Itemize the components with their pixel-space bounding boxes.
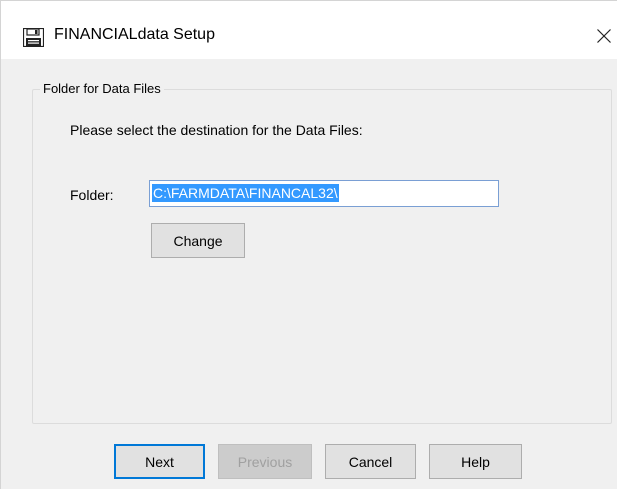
previous-button[interactable]: Previous — [218, 444, 312, 479]
folder-input[interactable]: C:\FARMDATA\FINANCAL32\ — [149, 180, 499, 207]
help-button[interactable]: Help — [429, 444, 522, 479]
cancel-button[interactable]: Cancel — [325, 444, 416, 479]
folder-label: Folder: — [70, 187, 114, 203]
close-icon — [597, 29, 611, 43]
change-button[interactable]: Change — [151, 223, 245, 258]
previous-label: Previous — [237, 453, 293, 470]
setup-window: FINANCIALdata Setup Folder for Data File… — [0, 0, 617, 489]
window-title: FINANCIALdata Setup — [54, 26, 215, 43]
floppy-disk-icon — [23, 28, 44, 47]
destination-prompt: Please select the destination for the Da… — [70, 122, 363, 138]
groupbox-legend: Folder for Data Files — [40, 81, 164, 96]
next-button[interactable]: Next — [114, 444, 205, 479]
help-label: Help — [461, 453, 490, 470]
title-bar: FINANCIALdata Setup — [1, 1, 617, 59]
close-button[interactable] — [590, 22, 617, 50]
folder-input-value: C:\FARMDATA\FINANCAL32\ — [152, 184, 339, 202]
cancel-label: Cancel — [348, 453, 393, 470]
next-label: Next — [145, 453, 174, 470]
data-folder-groupbox — [32, 89, 612, 424]
